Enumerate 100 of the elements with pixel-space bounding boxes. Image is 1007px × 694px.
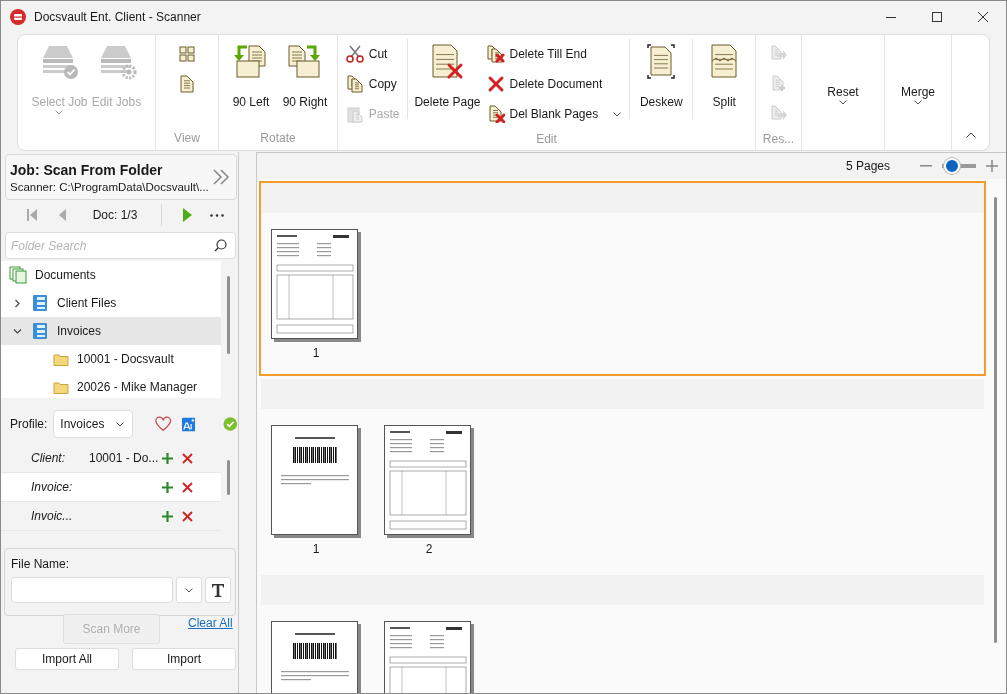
ribbon-button[interactable]: Delete Till End: [482, 39, 626, 69]
document-counter: Doc: 1/3: [91, 208, 139, 222]
scrollbar[interactable]: [227, 460, 230, 495]
delete-icon[interactable]: [182, 452, 193, 464]
minimize-icon: [886, 16, 896, 18]
page-icon: [178, 75, 196, 93]
page-thumbnail[interactable]: [384, 425, 474, 538]
paste-icon: [345, 105, 364, 123]
caret-icon: [839, 99, 847, 105]
collapse-icon[interactable]: [965, 132, 976, 138]
page-number: 1: [312, 346, 320, 360]
job-title: Job: Scan From Folder: [10, 161, 164, 178]
check-circle-icon[interactable]: [223, 416, 238, 432]
file-name-field[interactable]: [11, 577, 174, 603]
ribbon-button[interactable]: Delete Page: [412, 35, 483, 129]
caret-icon: [914, 99, 922, 105]
group-label: Res...: [762, 132, 795, 146]
import-all-button[interactable]: Import All: [15, 648, 119, 670]
cabinet-icon: [31, 294, 49, 312]
group-label: Edit: [536, 132, 557, 146]
ribbon-button[interactable]: Split: [697, 35, 752, 129]
chevron-down-icon[interactable]: [12, 326, 22, 336]
tree-item[interactable]: Documents: [1, 261, 221, 289]
expand-icon[interactable]: [212, 169, 230, 185]
import-button[interactable]: Import: [132, 648, 236, 670]
caret-icon: [613, 111, 622, 117]
folder-icon: [53, 352, 69, 366]
page-delete-icon: [486, 105, 505, 123]
delete-icon[interactable]: [182, 481, 193, 493]
ribbon-button[interactable]: Deskew: [634, 35, 689, 129]
heart-icon[interactable]: [155, 416, 172, 432]
search-field[interactable]: Folder Search: [5, 232, 236, 259]
page-thumbnail[interactable]: [271, 425, 361, 538]
previous-icon[interactable]: [58, 208, 66, 222]
ai-icon[interactable]: [181, 416, 196, 432]
page-count: 5 Pages: [845, 159, 890, 173]
page-add-icon: [769, 75, 788, 93]
add-icon[interactable]: [162, 452, 173, 464]
search-icon[interactable]: [214, 239, 227, 252]
chevron-right-icon[interactable]: [12, 298, 22, 308]
field-row[interactable]: Invoic...: [1, 502, 221, 531]
text-format-icon: [212, 583, 225, 597]
caret-icon: [55, 110, 64, 115]
tree-item[interactable]: 20026 - Mike Manager: [1, 373, 221, 401]
clear-all-link[interactable]: Clear All: [188, 616, 233, 630]
copy-icon: [345, 75, 364, 93]
maximize-icon: [932, 12, 942, 22]
first-icon[interactable]: [26, 208, 38, 222]
ribbon-button[interactable]: Copy: [341, 69, 404, 99]
caret-icon: [185, 587, 194, 593]
field-label: Client:: [31, 451, 65, 465]
ribbon-button[interactable]: Del Blank Pages: [482, 99, 626, 129]
folder-icon: [53, 380, 69, 394]
menu-button[interactable]: Reset: [821, 35, 865, 154]
caret-icon: [116, 421, 125, 427]
page-thumbnail[interactable]: [271, 229, 361, 342]
add-icon[interactable]: [162, 510, 173, 522]
play-icon[interactable]: [182, 208, 192, 222]
more-icon[interactable]: [210, 213, 224, 217]
tree-item[interactable]: 10001 - Docsvault: [1, 345, 221, 373]
profile-label: Profile:: [10, 417, 48, 431]
tree-item[interactable]: Invoices: [1, 317, 221, 345]
field-label: Invoic...: [31, 509, 73, 523]
ribbon-button[interactable]: 90 Right: [278, 35, 332, 128]
scrollbar[interactable]: [227, 276, 230, 354]
menu-button[interactable]: Merge: [895, 35, 941, 154]
field-value: 10001 - Do...: [89, 451, 159, 465]
ribbon-button[interactable]: Cut: [341, 39, 404, 69]
document-group[interactable]: 1 2: [259, 377, 986, 572]
field-label: Invoice:: [31, 480, 73, 494]
scanner-path: Scanner: C:\ProgramData\Docsvault\...: [10, 180, 210, 193]
add-icon[interactable]: [162, 481, 173, 493]
ribbon-button[interactable]: Delete Document: [482, 69, 626, 99]
app-icon: [10, 9, 26, 25]
close-icon: [978, 12, 988, 22]
document-group[interactable]: 1: [259, 181, 986, 376]
grid-icon: [178, 45, 196, 63]
file-name-label: File Name:: [11, 557, 70, 571]
field-row[interactable]: Invoice:: [1, 473, 221, 502]
page-arrow-icon: [769, 105, 788, 123]
window-title: Docsvault Ent. Client - Scanner: [34, 10, 202, 24]
scrollbar[interactable]: [994, 197, 997, 643]
page-number: 1: [312, 542, 320, 556]
group-label: Rotate: [260, 131, 296, 145]
delete-icon: [486, 75, 505, 93]
cabinet-icon: [31, 322, 49, 340]
page-number: 2: [425, 542, 433, 556]
zoom-in-icon[interactable]: [986, 160, 998, 172]
documents-icon: [9, 266, 27, 284]
scissors-icon: [345, 45, 364, 63]
text-format-button[interactable]: [205, 577, 231, 603]
tree-item[interactable]: Client Files: [1, 289, 221, 317]
page-arrow-icon: [769, 45, 788, 63]
group-label: View: [174, 131, 200, 145]
slider-thumb[interactable]: [944, 158, 961, 174]
zoom-slider[interactable]: [942, 156, 976, 176]
profile-dropdown[interactable]: Invoices: [53, 410, 134, 438]
delete-icon[interactable]: [182, 510, 193, 522]
pages-delete-icon: [486, 45, 505, 63]
ribbon-button[interactable]: 90 Left: [224, 35, 278, 128]
